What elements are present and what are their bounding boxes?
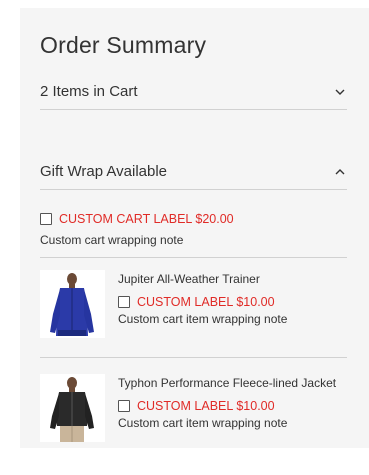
item-gift-wrap-note: Custom cart item wrapping note [118, 416, 288, 430]
items-in-cart-label: 2 Items in Cart [40, 83, 138, 100]
cart-item: Jupiter All-Weather Trainer CUSTOM LABEL… [40, 270, 347, 340]
product-image-jacket [40, 374, 105, 442]
gift-wrap-toggle[interactable]: Gift Wrap Available [40, 154, 347, 190]
items-in-cart-toggle[interactable]: 2 Items in Cart [40, 74, 347, 110]
item-gift-wrap-option: CUSTOM LABEL $10.00 [118, 399, 336, 413]
item-gift-wrap-checkbox[interactable] [118, 400, 130, 412]
order-summary-panel: Order Summary 2 Items in Cart Gift Wrap … [20, 8, 369, 448]
cart-item: Typhon Performance Fleece-lined Jacket C… [40, 374, 347, 444]
chevron-down-icon [335, 89, 345, 95]
chevron-up-icon [335, 168, 345, 174]
product-info: Typhon Performance Fleece-lined Jacket C… [118, 376, 336, 430]
item-gift-wrap-label: CUSTOM LABEL $10.00 [137, 399, 275, 413]
cart-gift-wrap-note: Custom cart wrapping note [40, 233, 184, 247]
item-gift-wrap-checkbox[interactable] [118, 296, 130, 308]
item-gift-wrap-label: CUSTOM LABEL $10.00 [137, 295, 275, 309]
cart-gift-wrap-label: CUSTOM CART LABEL $20.00 [59, 212, 234, 226]
item-gift-wrap-option: CUSTOM LABEL $10.00 [118, 295, 287, 309]
cart-gift-wrap-option: CUSTOM CART LABEL $20.00 [40, 212, 234, 226]
item-gift-wrap-note: Custom cart item wrapping note [118, 312, 288, 326]
product-name: Jupiter All-Weather Trainer [118, 272, 260, 286]
divider [40, 257, 347, 258]
gift-wrap-header: Gift Wrap Available [40, 163, 168, 180]
order-summary-title: Order Summary [40, 32, 207, 58]
product-name: Typhon Performance Fleece-lined Jacket [118, 376, 337, 390]
divider [40, 357, 347, 358]
product-info: Jupiter All-Weather Trainer CUSTOM LABEL… [118, 272, 287, 326]
product-image-trainer [40, 270, 105, 338]
cart-gift-wrap-checkbox[interactable] [40, 213, 52, 225]
